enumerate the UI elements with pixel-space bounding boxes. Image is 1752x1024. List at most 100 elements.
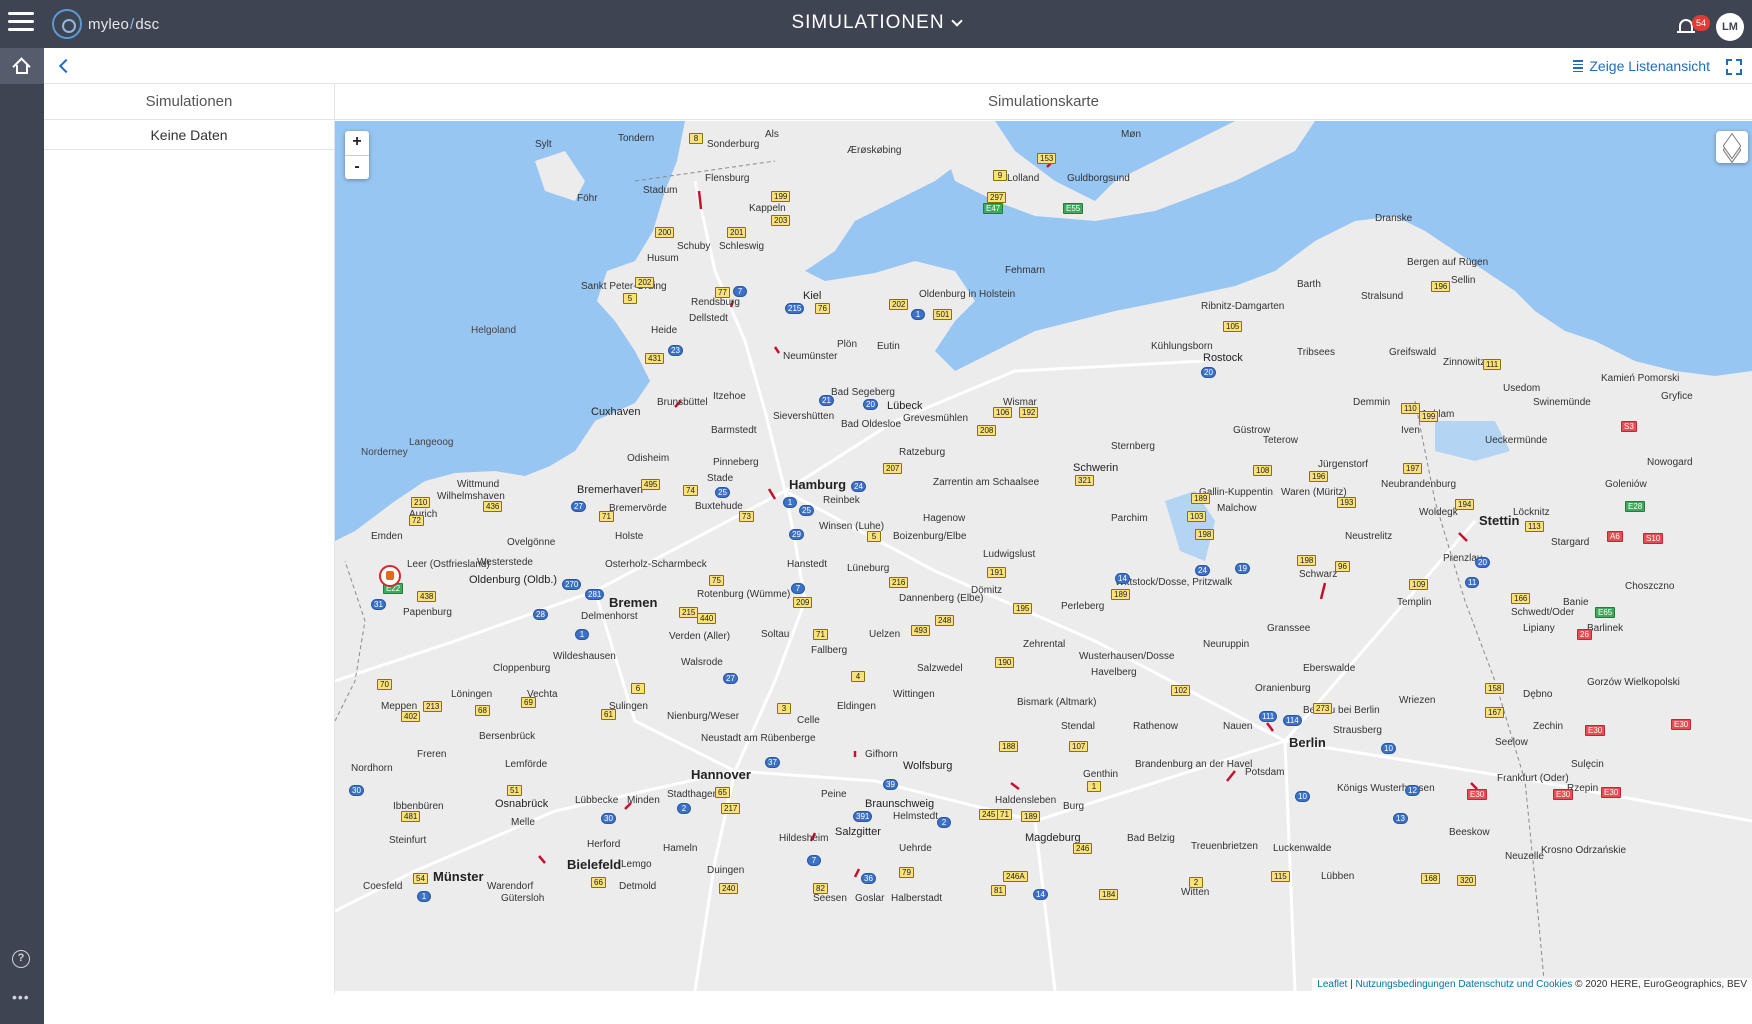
top-bar: myleo/dsc SIMULATIONEN 54 LM	[0, 0, 1752, 48]
road-shield: 75	[709, 575, 724, 586]
empty-state: Keine Daten	[44, 120, 334, 150]
map-place-label: Neustadt am Rübenberge	[701, 733, 816, 744]
map-place-label: Usedom	[1503, 383, 1541, 394]
leaflet-link[interactable]: Leaflet	[1317, 979, 1347, 990]
zoom-out-button[interactable]: -	[345, 155, 369, 179]
map-place-label: Lübben	[1321, 871, 1355, 882]
map-place-label: Swinemünde	[1533, 397, 1591, 408]
page-title-dropdown[interactable]: SIMULATIONEN	[791, 12, 963, 34]
road-shield: 71	[997, 809, 1012, 820]
map-place-label: Ovelgönne	[507, 537, 556, 548]
simulation-map[interactable]: Sylt Tondern Sonderburg Als Ærøskøbing Møn Lol…	[335, 121, 1752, 991]
map-place-label: Bad Belzig	[1127, 833, 1175, 844]
map-place-label: Zehrental	[1023, 639, 1066, 650]
road-shield: 248	[935, 615, 955, 626]
map-place-label: Oranienburg	[1255, 683, 1311, 694]
map-place-label: Husum	[647, 253, 679, 264]
road-shield: 14	[1033, 889, 1048, 900]
map-place-label: Eldingen	[837, 701, 876, 712]
road-shield: 111	[1259, 711, 1278, 722]
map-place-label: Bergen auf Rügen	[1407, 257, 1489, 268]
zoom-in-button[interactable]: +	[345, 131, 369, 155]
map-place-label: Lemgo	[621, 859, 652, 870]
terms-link[interactable]: Nutzungsbedingungen	[1355, 979, 1455, 990]
road-shield: 2	[1189, 877, 1203, 888]
road-shield: 440	[697, 613, 717, 624]
road-shield: 113	[1525, 521, 1544, 532]
app-logo[interactable]: myleo/dsc	[52, 9, 159, 39]
map-place-label: Lolland	[1007, 173, 1040, 184]
road-shield: 77	[715, 287, 730, 298]
road-shield: 7	[733, 286, 747, 297]
map-place-label: Minden	[627, 795, 660, 806]
road-shield: 24	[1195, 565, 1210, 576]
map-place-label: Granssee	[1267, 623, 1311, 634]
map-place-label: Münster	[433, 869, 484, 884]
back-arrow-icon[interactable]	[58, 60, 70, 72]
map-place-label: Dranske	[1375, 213, 1413, 224]
road-shield: 30	[601, 813, 616, 824]
map-place-label: Sonderburg	[707, 139, 760, 150]
map-place-label: Lemförde	[505, 759, 548, 770]
road-shield: 201	[727, 227, 747, 238]
fullscreen-icon[interactable]	[1726, 59, 1742, 75]
list-view-toggle[interactable]: Zeige Listenansicht	[1573, 58, 1710, 74]
map-place-label: Detmold	[619, 881, 657, 892]
road-shield: 207	[883, 463, 903, 474]
road-shield: E30	[1671, 719, 1692, 730]
home-button[interactable]	[0, 48, 44, 84]
road-shield: 65	[715, 787, 730, 798]
road-shield: 7	[791, 583, 805, 594]
side-rail: ? •••	[0, 48, 44, 1024]
map-place-label: Hagenow	[923, 513, 966, 524]
road-shield: 39	[883, 779, 898, 790]
map-place-label: Ærøskøbing	[847, 145, 902, 156]
map-place-label: Dębno	[1523, 689, 1553, 700]
map-place-label: Lipiany	[1523, 623, 1555, 634]
map-place-label: Uehrde	[899, 843, 932, 854]
map-place-label: Grevesmühlen	[903, 413, 969, 424]
map-place-label: Wildeshausen	[553, 651, 616, 662]
more-icon[interactable]: •••	[12, 990, 30, 1004]
map-place-label: Seelow	[1495, 737, 1528, 748]
road-shield: E65	[1595, 607, 1616, 618]
map-place-label: Salzwedel	[917, 663, 963, 674]
road-shield: 1	[783, 497, 797, 508]
road-shield: 36	[861, 873, 876, 884]
road-shield: 20	[863, 399, 878, 410]
road-shield: 31	[371, 599, 386, 610]
map-header: Simulationskarte	[335, 84, 1752, 120]
help-icon[interactable]: ?	[12, 950, 30, 968]
map-place-label: Bielefeld	[567, 857, 622, 872]
road-shield: 71	[813, 629, 828, 640]
map-place-label: Rostock	[1203, 352, 1243, 364]
layers-icon[interactable]	[1716, 131, 1748, 164]
road-shield: 189	[1191, 493, 1211, 504]
map-place-label: Nordhorn	[351, 763, 393, 774]
road-shield: 198	[1297, 555, 1317, 566]
road-shield: 28	[533, 609, 548, 620]
map-place-label: Neuruppin	[1203, 639, 1250, 650]
map-place-label: Goslar	[855, 893, 885, 904]
map-place-label: Stendal	[1061, 721, 1095, 732]
privacy-link[interactable]: Datenschutz und Cookies	[1458, 979, 1572, 990]
page-title: SIMULATIONEN	[791, 12, 945, 33]
user-avatar[interactable]: LM	[1716, 13, 1744, 41]
map-place-label: Wittstock/Dosse, Pritzwalk	[1115, 577, 1233, 588]
road-shield: 73	[739, 511, 754, 522]
road-shield: 196	[1431, 281, 1451, 292]
road-shield: 198	[1195, 529, 1215, 540]
road-shield: 21	[819, 395, 834, 406]
road-shield: 111	[1483, 359, 1502, 370]
road-shield: 69	[521, 697, 536, 708]
road-shield: 166	[1511, 593, 1531, 604]
map-place-label: Burg	[1063, 801, 1085, 812]
road-shield: 189	[1111, 589, 1131, 600]
road-shield: 197	[1403, 463, 1423, 474]
map-place-label: Wolfsburg	[903, 760, 953, 772]
map-place-label: Gryfice	[1661, 391, 1693, 402]
road-shield: 1	[1087, 781, 1101, 792]
menu-icon[interactable]	[8, 12, 34, 34]
simulation-marker[interactable]	[379, 565, 401, 587]
road-shield: 105	[1223, 321, 1243, 332]
